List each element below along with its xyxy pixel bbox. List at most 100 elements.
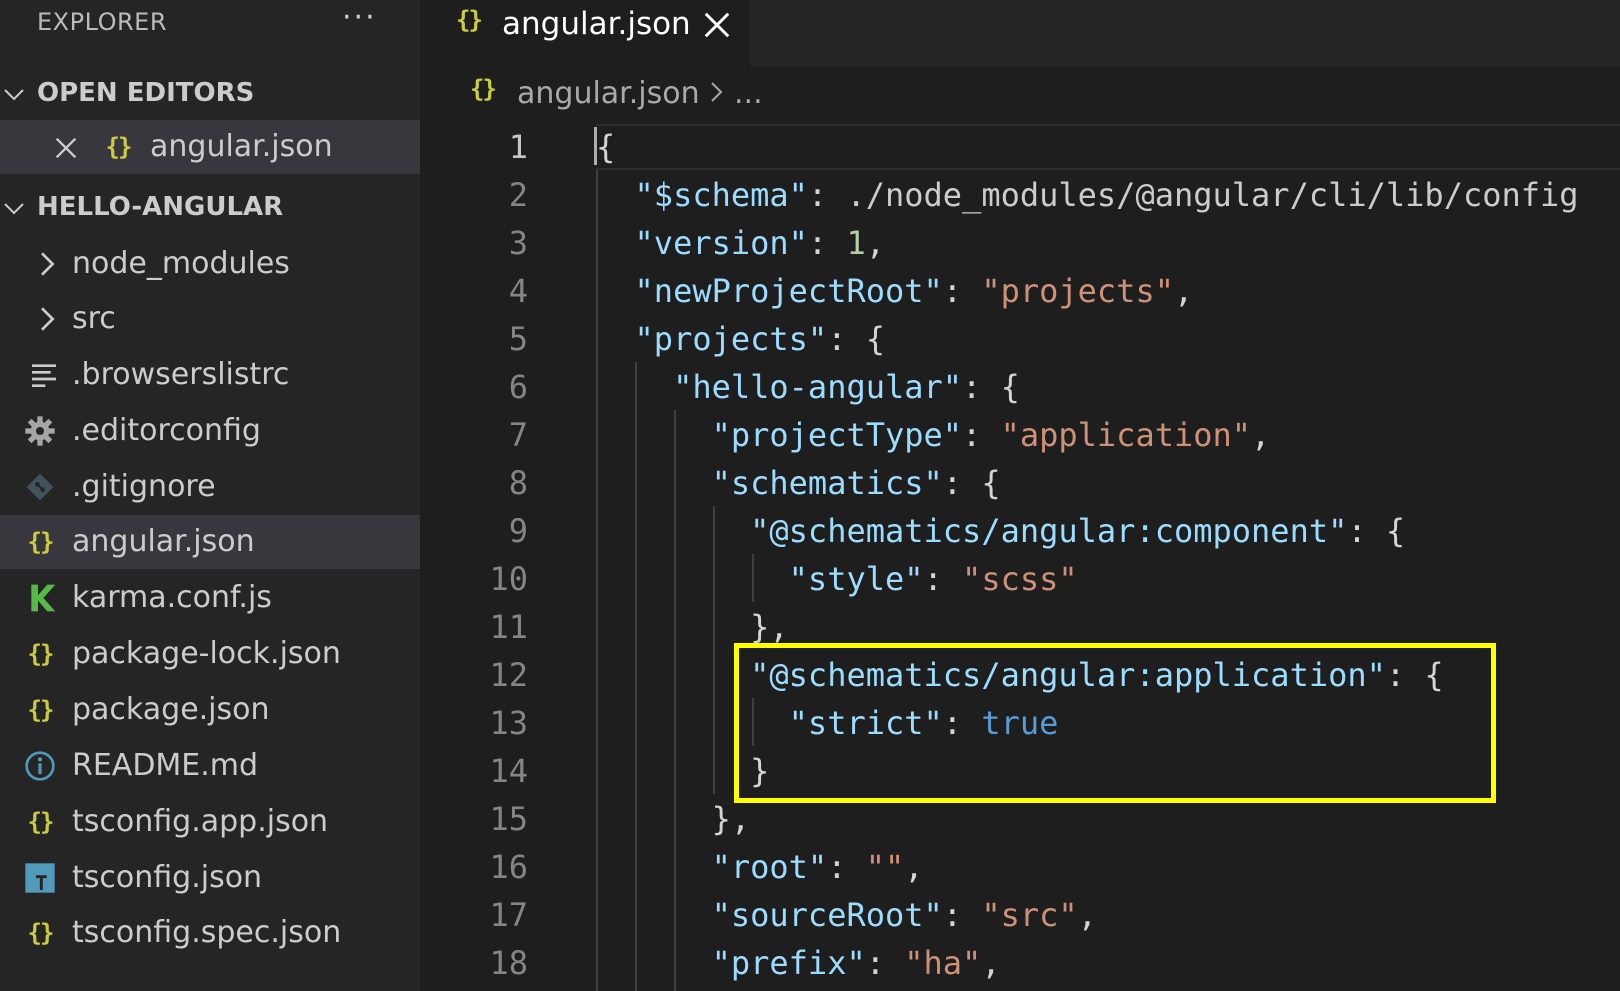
code-line: 1 { [420, 122, 1620, 170]
json-braces-icon: {} [27, 808, 55, 836]
line-number: 11 [489, 608, 528, 646]
line-text: "version": 1, [634, 224, 885, 262]
open-editors-label: OPEN EDITORS [37, 78, 255, 108]
line-number: 1 [508, 128, 528, 166]
tree-item-label: tsconfig.spec.json [72, 915, 342, 950]
tree-item-label: node_modules [72, 246, 290, 281]
tree-item-angular-json[interactable]: {} angular.json [0, 515, 420, 569]
line-text: }, [750, 608, 789, 646]
breadcrumb-file[interactable]: angular.json [517, 76, 700, 111]
tree-item-label: tsconfig.json [72, 860, 263, 895]
line-number: 12 [489, 656, 528, 694]
tree-item-label: angular.json [72, 524, 255, 559]
tree-item-gitignore[interactable]: .gitignore [0, 460, 420, 514]
line-text: "hello-angular": { [673, 368, 1020, 406]
line-text: "root": "", [711, 848, 924, 886]
line-number: 5 [508, 320, 528, 358]
line-number: 18 [489, 944, 528, 982]
tree-item-node-modules[interactable]: node_modules [0, 237, 420, 291]
line-number: 7 [508, 416, 528, 454]
line-text: "@schematics/angular:component": { [750, 512, 1406, 550]
tree-item-tsconfig[interactable]: tsconfig.json [0, 851, 420, 905]
line-number: 6 [508, 368, 528, 406]
tree-item-label: tsconfig.app.json [72, 804, 329, 839]
line-number: 9 [508, 512, 528, 550]
karma-icon [31, 584, 56, 612]
chevron-down-icon [4, 89, 24, 101]
line-text: { [596, 128, 616, 166]
explorer-sidebar: EXPLORER ··· OPEN EDITORS {} angular.jso… [0, 0, 420, 991]
code-line: 16 "root": "", [420, 842, 1620, 890]
tree-item-readme[interactable]: README.md [0, 739, 420, 793]
tree-item-package-json[interactable]: {} package.json [0, 683, 420, 737]
project-header[interactable]: HELLO-ANGULAR [0, 186, 420, 230]
line-text: "schematics": { [711, 464, 1001, 502]
code-line: 5 "projects": { [420, 314, 1620, 362]
line-number: 13 [489, 704, 528, 742]
json-braces-icon: {} [27, 696, 55, 724]
tree-item-label: .browserslistrc [72, 357, 290, 392]
json-braces-icon: {} [27, 919, 55, 947]
tree-item-label: .gitignore [72, 469, 216, 504]
tree-item-src[interactable]: src [0, 292, 420, 346]
chevron-down-icon [4, 203, 24, 215]
line-text: "sourceRoot": "src", [711, 896, 1097, 934]
code-line: 9 "@schematics/angular:component": { [420, 506, 1620, 554]
code-line: 4 "newProjectRoot": "projects", [420, 266, 1620, 314]
json-braces-icon: {} [105, 133, 133, 161]
code-line: 18 "prefix": "ha", [420, 938, 1620, 986]
code-line: 10 "style": "scss" [420, 554, 1620, 602]
line-text: "projects": { [634, 320, 885, 358]
open-editor-label: angular.json [150, 129, 333, 164]
line-number: 15 [489, 800, 528, 838]
text-cursor [594, 127, 597, 165]
tree-item-editorconfig[interactable]: .editorconfig [0, 404, 420, 458]
code-line: 8 "schematics": { [420, 458, 1620, 506]
line-text: "prefix": "ha", [711, 944, 1001, 982]
code-line: 17 "sourceRoot": "src", [420, 890, 1620, 938]
json-braces-icon: {} [470, 75, 497, 103]
line-text: }, [711, 800, 751, 838]
code-line: 2 "$schema": ./node_modules/@angular/cli… [420, 170, 1620, 218]
code-line: 3 "version": 1, [420, 218, 1620, 266]
tab-label: angular.json [502, 6, 691, 42]
typescript-icon [25, 863, 55, 893]
json-braces-icon: {} [27, 640, 55, 668]
chevron-right-icon [41, 307, 55, 331]
line-number: 16 [489, 848, 528, 886]
line-number: 4 [508, 272, 528, 310]
line-number: 10 [489, 560, 528, 598]
tab-bar: {} angular.json [420, 0, 1620, 66]
tree-item-package-lock[interactable]: {} package-lock.json [0, 627, 420, 681]
info-icon [25, 751, 55, 781]
close-icon[interactable] [702, 10, 732, 40]
line-number: 3 [508, 224, 528, 262]
tree-item-label: package.json [72, 692, 270, 727]
more-actions-icon[interactable]: ··· [342, 0, 377, 35]
code-line: 6 "hello-angular": { [420, 362, 1620, 410]
line-number: 8 [508, 464, 528, 502]
open-editor-item-angular-json[interactable]: {} angular.json [0, 120, 420, 174]
chevron-right-icon [711, 82, 723, 102]
tree-item-tsconfig-app[interactable]: {} tsconfig.app.json [0, 795, 420, 849]
line-text: "projectType": "application", [711, 416, 1271, 454]
tree-item-label: README.md [72, 748, 259, 783]
project-label: HELLO-ANGULAR [37, 192, 284, 222]
line-number: 14 [489, 752, 528, 790]
tree-item-label: .editorconfig [72, 413, 261, 448]
json-braces-icon: {} [27, 528, 55, 556]
close-icon[interactable] [52, 134, 80, 162]
line-number: 17 [489, 896, 528, 934]
code-editor[interactable]: 1 { 2 "$schema": ./node_modules/@angular… [420, 122, 1620, 991]
line-text: "newProjectRoot": "projects", [634, 272, 1194, 310]
line-number: 2 [508, 176, 528, 214]
open-editors-header[interactable]: OPEN EDITORS [0, 72, 420, 116]
json-braces-icon: {} [456, 6, 483, 34]
breadcrumb-ellipsis[interactable]: ... [734, 76, 763, 111]
tree-item-tsconfig-spec[interactable]: {} tsconfig.spec.json [0, 906, 420, 960]
tab-angular-json[interactable]: {} angular.json [420, 0, 750, 66]
tree-item-browserslistrc[interactable]: .browserslistrc [0, 348, 420, 402]
tree-item-karma-conf[interactable]: karma.conf.js [0, 571, 420, 625]
chevron-right-icon [41, 252, 55, 276]
line-text: "style": "scss" [788, 560, 1078, 598]
